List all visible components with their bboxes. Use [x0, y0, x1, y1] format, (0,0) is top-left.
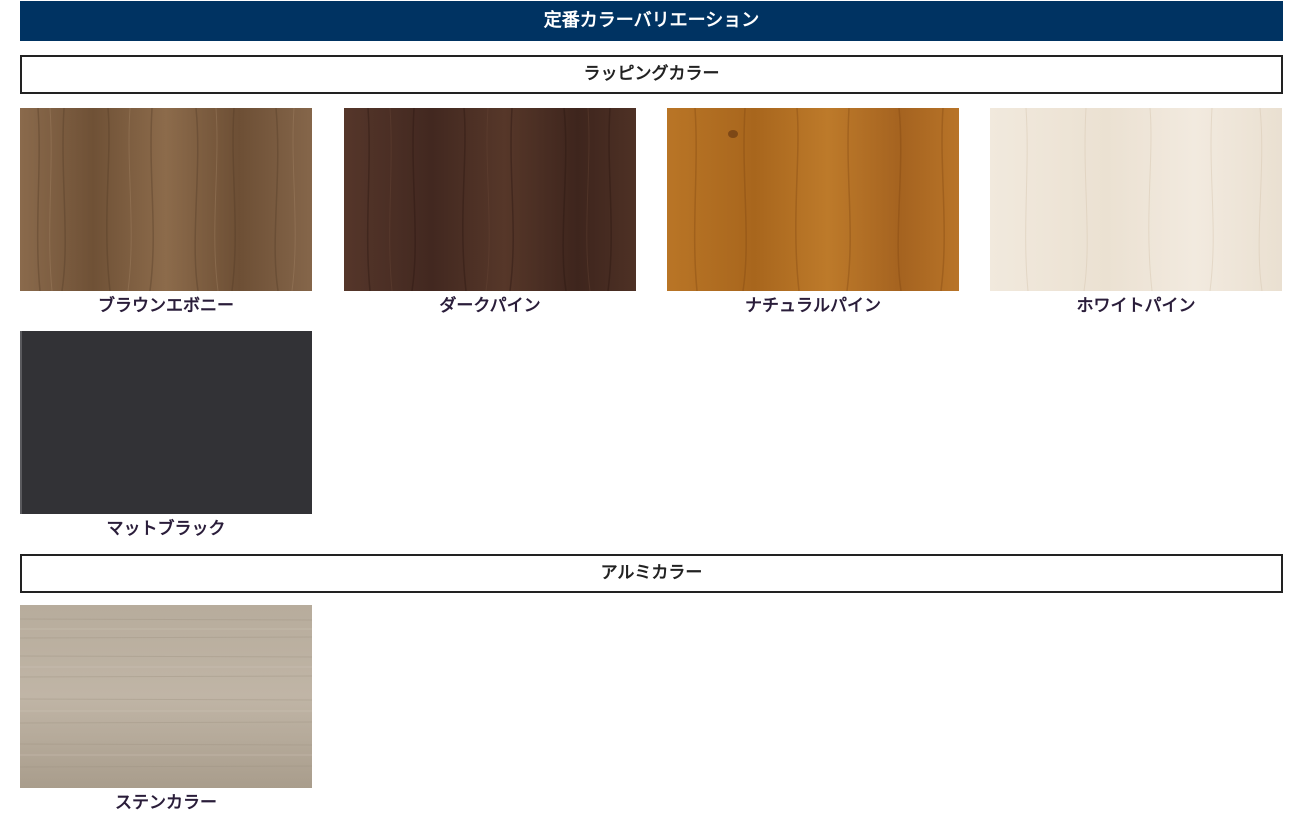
- color-swatch-card[interactable]: ブラウンエボニー: [20, 108, 312, 317]
- color-name: マットブラック: [106, 519, 226, 539]
- color-name: ステンカラー: [115, 793, 217, 813]
- section-heading-wrapping-color: ラッピングカラー: [20, 55, 1283, 94]
- color-swatch-card[interactable]: ホワイトパイン: [990, 108, 1282, 317]
- color-name: ナチュラルパイン: [745, 296, 881, 316]
- section-heading-aluminum-color: アルミカラー: [20, 554, 1283, 593]
- color-name: ダークパイン: [439, 296, 541, 316]
- solid-swatch-matte-black: [20, 331, 312, 514]
- wood-grain-swatch-brown-ebony: [20, 108, 312, 291]
- color-name: ホワイトパイン: [1076, 296, 1196, 316]
- color-swatch-card[interactable]: マットブラック: [20, 331, 312, 540]
- color-name: ブラウンエボニー: [98, 296, 234, 316]
- color-swatch-card[interactable]: ナチュラルパイン: [667, 108, 959, 317]
- brushed-metal-swatch-stainless: [20, 605, 312, 788]
- wood-grain-swatch-white-pine: [990, 108, 1282, 291]
- wood-grain-swatch-natural-pine: [667, 108, 959, 291]
- page-title: 定番カラーバリエーション: [20, 1, 1283, 41]
- color-swatch-card[interactable]: ダークパイン: [344, 108, 636, 317]
- wood-grain-swatch-dark-pine: [344, 108, 636, 291]
- color-swatch-card[interactable]: ステンカラー: [20, 605, 312, 814]
